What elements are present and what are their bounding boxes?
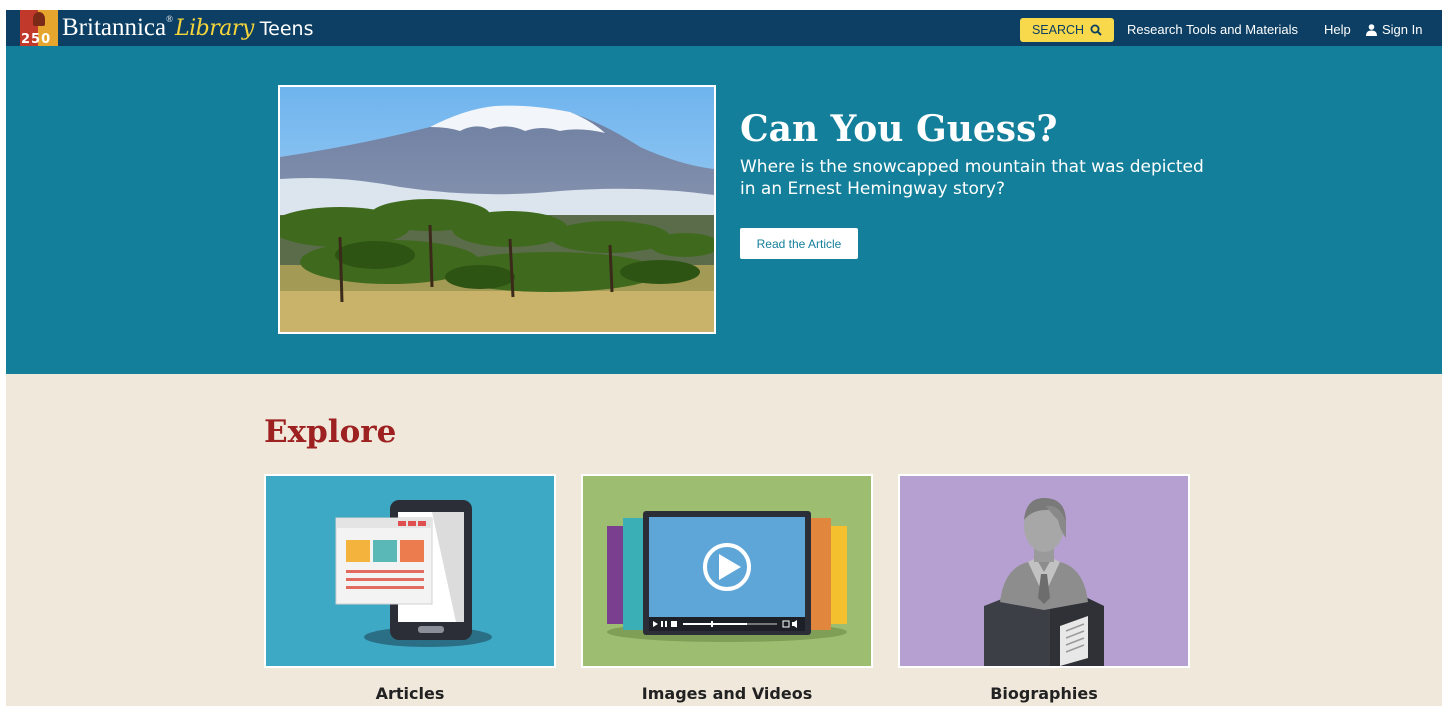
video-player-icon bbox=[607, 511, 847, 642]
brand-registered-mark: ® bbox=[166, 14, 173, 24]
articles-label[interactable]: Articles bbox=[264, 684, 556, 703]
articles-card[interactable] bbox=[264, 474, 556, 668]
brand-name: Britannica bbox=[62, 14, 167, 41]
sign-in-label: Sign In bbox=[1382, 22, 1423, 37]
hero-title: Can You Guess? bbox=[740, 108, 1058, 150]
featured-hero: Can You Guess? Where is the snowcapped m… bbox=[6, 46, 1442, 374]
sign-in-link[interactable]: Sign In bbox=[1366, 22, 1422, 37]
images-videos-card[interactable] bbox=[581, 474, 873, 668]
tablet-article-icon bbox=[335, 500, 492, 647]
explore-heading: Explore bbox=[264, 414, 397, 450]
search-icon bbox=[1090, 24, 1102, 36]
help-link[interactable]: Help bbox=[1324, 22, 1351, 37]
research-tools-link[interactable]: Research Tools and Materials bbox=[1127, 22, 1298, 37]
user-icon bbox=[1366, 23, 1377, 36]
hero-subtitle: Where is the snowcapped mountain that wa… bbox=[740, 157, 1204, 199]
biographies-label[interactable]: Biographies bbox=[898, 684, 1190, 703]
top-navigation-bar: 250 Britannica®Library Teens SEARCH Resea… bbox=[6, 10, 1442, 46]
brand-edition: Teens bbox=[259, 18, 314, 40]
hero-mountain-image[interactable] bbox=[278, 85, 716, 334]
biographies-card[interactable] bbox=[898, 474, 1190, 668]
brand-wordmark[interactable]: Britannica®Library Teens bbox=[62, 14, 314, 42]
bust-statue-icon bbox=[984, 498, 1104, 666]
logo-number: 250 bbox=[21, 32, 52, 46]
search-button-label: SEARCH bbox=[1031, 23, 1085, 37]
page-frame: 250 Britannica®Library Teens SEARCH Resea… bbox=[6, 10, 1442, 706]
read-article-button[interactable]: Read the Article bbox=[740, 228, 858, 259]
britannica-250-logo[interactable]: 250 bbox=[20, 10, 58, 46]
search-button[interactable]: SEARCH bbox=[1020, 18, 1114, 42]
images-videos-label[interactable]: Images and Videos bbox=[581, 684, 873, 703]
brand-library: Library bbox=[174, 16, 254, 41]
thistle-icon bbox=[33, 12, 45, 26]
